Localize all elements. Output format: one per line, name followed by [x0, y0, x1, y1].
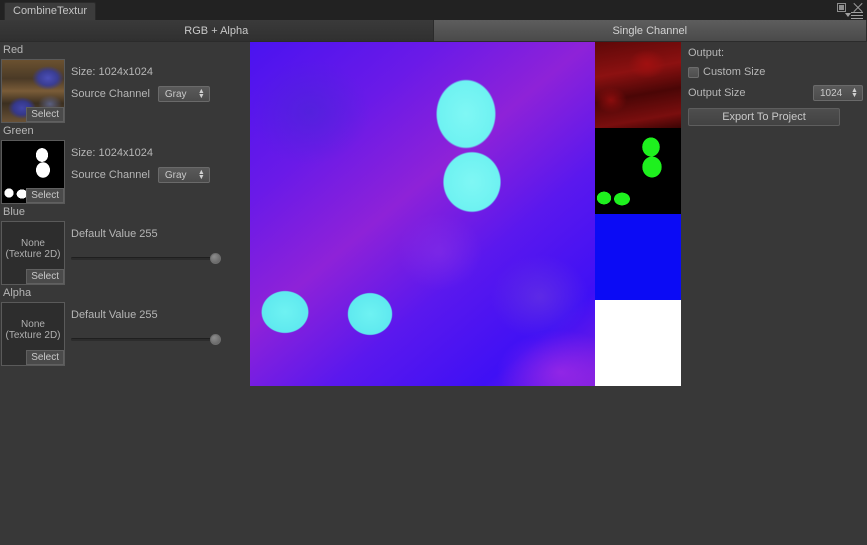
channel-fields-green: Size: 1024x1024 Source Channel Gray ▲ ▼	[65, 140, 248, 186]
default-value-label-alpha: Default Value 255	[71, 309, 158, 321]
output-size-dropdown[interactable]: 1024 ▲ ▼	[813, 85, 863, 101]
texture-size-green: Size: 1024x1024	[71, 147, 153, 159]
channel-fields-alpha: Default Value 255	[65, 302, 248, 348]
output-size-value: 1024	[820, 87, 843, 99]
updown-arrows-icon: ▲ ▼	[197, 88, 205, 100]
slider-track	[71, 338, 221, 341]
default-value-label-blue: Default Value 255	[71, 228, 158, 240]
output-panel: Output: Custom Size Output Size 1024 ▲ ▼ …	[688, 44, 863, 126]
title-bar: CombineTextur	[0, 0, 867, 20]
alpha-channel-preview	[595, 300, 681, 386]
blue-channel-preview	[595, 214, 681, 300]
texture-thumbnail-green[interactable]: Select	[1, 140, 65, 204]
default-value-slider-alpha[interactable]	[71, 330, 221, 348]
tab-single-channel[interactable]: Single Channel	[433, 20, 867, 41]
window-menu-icon[interactable]	[849, 12, 863, 20]
custom-size-row[interactable]: Custom Size	[688, 62, 863, 82]
green-channel-preview	[595, 128, 681, 214]
channel-label-blue: Blue	[3, 206, 26, 218]
select-texture-button-green[interactable]: Select	[26, 188, 64, 203]
output-size-row: Output Size 1024 ▲ ▼	[688, 82, 863, 104]
output-size-label: Output Size	[688, 87, 746, 99]
channel-block-red: Red Select Size: 1024x1024 Source Channe…	[0, 42, 248, 123]
channel-list: Red Select Size: 1024x1024 Source Channe…	[0, 42, 248, 394]
red-channel-preview	[595, 42, 681, 128]
channel-block-green: Green Select Size: 1024x1024 Source Chan…	[0, 123, 248, 204]
channel-label-alpha: Alpha	[3, 287, 32, 299]
select-texture-button-blue[interactable]: Select	[26, 269, 64, 284]
source-channel-value-red: Gray	[164, 88, 187, 100]
texture-thumbnail-alpha[interactable]: None (Texture 2D) Select	[1, 302, 65, 366]
default-value-slider-blue[interactable]	[71, 249, 221, 267]
slider-track	[71, 257, 221, 260]
texture-none-label-blue: None (Texture 2D)	[5, 237, 61, 260]
updown-arrows-icon: ▲ ▼	[851, 87, 858, 99]
channel-fields-blue: Default Value 255	[65, 221, 248, 267]
channel-label-red: Red	[3, 44, 24, 56]
source-channel-label-red: Source Channel	[71, 88, 150, 100]
custom-size-checkbox[interactable]	[688, 66, 699, 78]
maximize-icon[interactable]	[837, 3, 846, 12]
combine-textures-window: CombineTextur RGB + Alpha Single Channel…	[0, 0, 867, 545]
source-channel-label-green: Source Channel	[71, 169, 150, 181]
slider-handle[interactable]	[210, 253, 221, 264]
channel-block-alpha: Alpha None (Texture 2D) Select Default V…	[0, 285, 248, 366]
tab-rgb-alpha[interactable]: RGB + Alpha	[0, 20, 434, 41]
channel-label-green: Green	[3, 125, 34, 137]
output-heading: Output:	[688, 47, 725, 59]
select-texture-button-red[interactable]: Select	[26, 107, 64, 122]
channel-block-blue: Blue None (Texture 2D) Select Default Va…	[0, 204, 248, 285]
custom-size-label: Custom Size	[703, 66, 766, 78]
channel-fields-red: Size: 1024x1024 Source Channel Gray ▲ ▼	[65, 59, 248, 105]
texture-thumbnail-red[interactable]: Select	[1, 59, 65, 123]
mode-tabstrip: RGB + Alpha Single Channel	[0, 20, 867, 42]
updown-arrows-icon: ▲ ▼	[197, 169, 205, 181]
export-to-project-button[interactable]: Export To Project	[688, 108, 840, 126]
select-texture-button-alpha[interactable]: Select	[26, 350, 64, 365]
slider-handle[interactable]	[210, 334, 221, 345]
texture-thumbnail-blue[interactable]: None (Texture 2D) Select	[1, 221, 65, 285]
source-channel-dropdown-red[interactable]: Gray ▲ ▼	[157, 86, 210, 102]
source-channel-value-green: Gray	[164, 169, 187, 181]
combined-rgba-preview	[250, 42, 595, 386]
texture-size-red: Size: 1024x1024	[71, 66, 153, 78]
source-channel-dropdown-green[interactable]: Gray ▲ ▼	[157, 167, 210, 183]
window-tab-combine-textures[interactable]: CombineTextur	[4, 2, 96, 20]
texture-none-label-alpha: None (Texture 2D)	[5, 318, 61, 341]
